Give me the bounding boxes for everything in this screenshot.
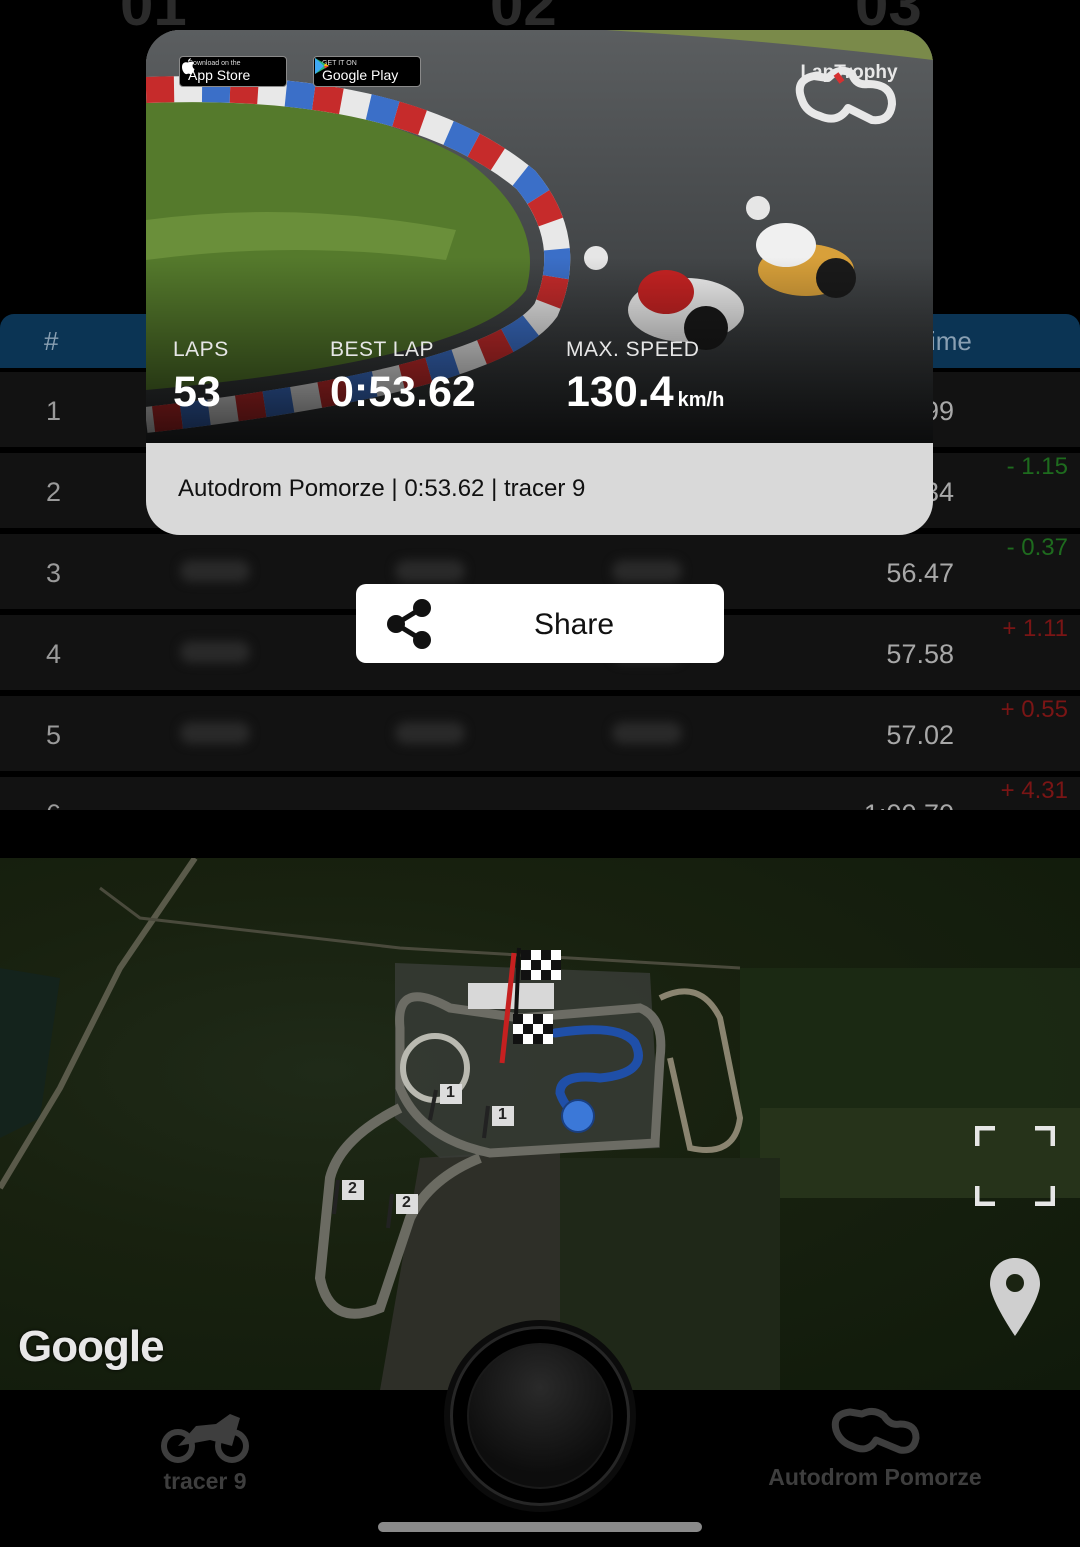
map-pin-icon [990,1258,1040,1336]
lap-time: 57.58 [886,639,954,669]
google-play-big: Google Play [322,67,399,83]
lap-number: 5 [46,720,62,750]
home-indicator[interactable] [378,1522,702,1532]
google-play-icon [315,58,329,74]
motorcycle-icon [161,1414,249,1463]
location-pin-button[interactable] [988,1256,1042,1338]
lap-number: 2 [46,477,62,507]
blurred-sector [612,560,682,582]
sector-marker: 1 [446,1084,455,1101]
app-store-big: App Store [188,67,251,83]
share-button[interactable]: Share [356,584,724,663]
laps-value: 53 [173,368,221,416]
max-speed-value-row: 130.4 km/h [566,368,724,417]
sector-marker: 1 [498,1106,507,1123]
lap-time: 56.47 [886,558,954,588]
nav-track-label: Autodrom Pomorze [768,1464,982,1490]
lap-number: 1 [46,396,62,426]
nav-vehicle[interactable]: tracer 9 [120,1408,290,1495]
nav-track[interactable]: Autodrom Pomorze [760,1404,990,1491]
fullscreen-icon [975,1126,1055,1206]
record-button[interactable] [450,1326,630,1506]
blurred-sector [180,722,250,744]
blurred-sector [395,560,465,582]
share-button-label: Share [533,608,615,641]
laptrophy-logo: LapTrophy [792,60,906,125]
lap-diff: + 0.55 [1000,696,1068,723]
table-row[interactable]: 5 57.02 + 0.55 [0,696,1080,774]
lap-number: 6 [46,799,61,810]
fullscreen-button[interactable] [975,1126,1055,1206]
laps-stat: LAPS 53 [173,338,229,417]
blurred-sector [180,560,250,582]
lap-time: 1:00.70 [864,799,954,810]
nav-vehicle-label: tracer 9 [163,1468,247,1494]
race-photo: Download on the App Store GET IT ON Goog… [146,30,933,443]
best-lap-stat: BEST LAP 0:53.62 [330,338,476,417]
max-speed-stat: MAX. SPEED 130.4 km/h [566,338,724,417]
lap-diff: - 1.15 [1006,453,1068,480]
share-caption: Autodrom Pomorze | 0:53.62 | tracer 9 [178,475,586,502]
sector-marker: 2 [402,1194,411,1211]
table-row[interactable]: 6 1:00.70 + 4.31 [0,777,1080,813]
laps-label: LAPS [173,338,229,361]
app-store-badge[interactable]: Download on the App Store [179,56,287,87]
lap-time: 57.02 [886,720,954,750]
max-speed-label: MAX. SPEED [566,338,700,361]
lap-number: 4 [46,639,62,669]
google-play-badge[interactable]: GET IT ON Google Play [313,56,421,87]
sector-marker: 2 [348,1180,357,1197]
blurred-sector [612,722,682,744]
max-speed-value: 130.4 [566,368,674,416]
best-lap-value: 0:53.62 [330,368,476,416]
lap-diff: - 0.37 [1006,534,1068,561]
top-lap-digits: 01 02 03 [0,0,1080,38]
header-number: # [44,326,59,356]
blurred-sector [395,722,465,744]
lap-diff: + 4.31 [1000,777,1068,804]
share-card: Download on the App Store GET IT ON Goog… [146,30,933,535]
header-time: ime [930,326,972,356]
track-icon [831,1407,920,1454]
satellite-map-graphic [0,858,1080,1390]
record-button-inner [467,1343,613,1489]
track-map[interactable]: 1 1 2 2 Google [0,858,1080,1390]
max-speed-unit: km/h [677,389,725,411]
laptrophy-track-icon [795,66,896,125]
blurred-sector [180,641,250,663]
best-lap-label: BEST LAP [330,338,434,361]
lap-diff: + 1.11 [1002,615,1068,642]
apple-icon [182,58,195,75]
lap-number: 3 [46,558,62,588]
google-logo: Google [18,1322,165,1371]
